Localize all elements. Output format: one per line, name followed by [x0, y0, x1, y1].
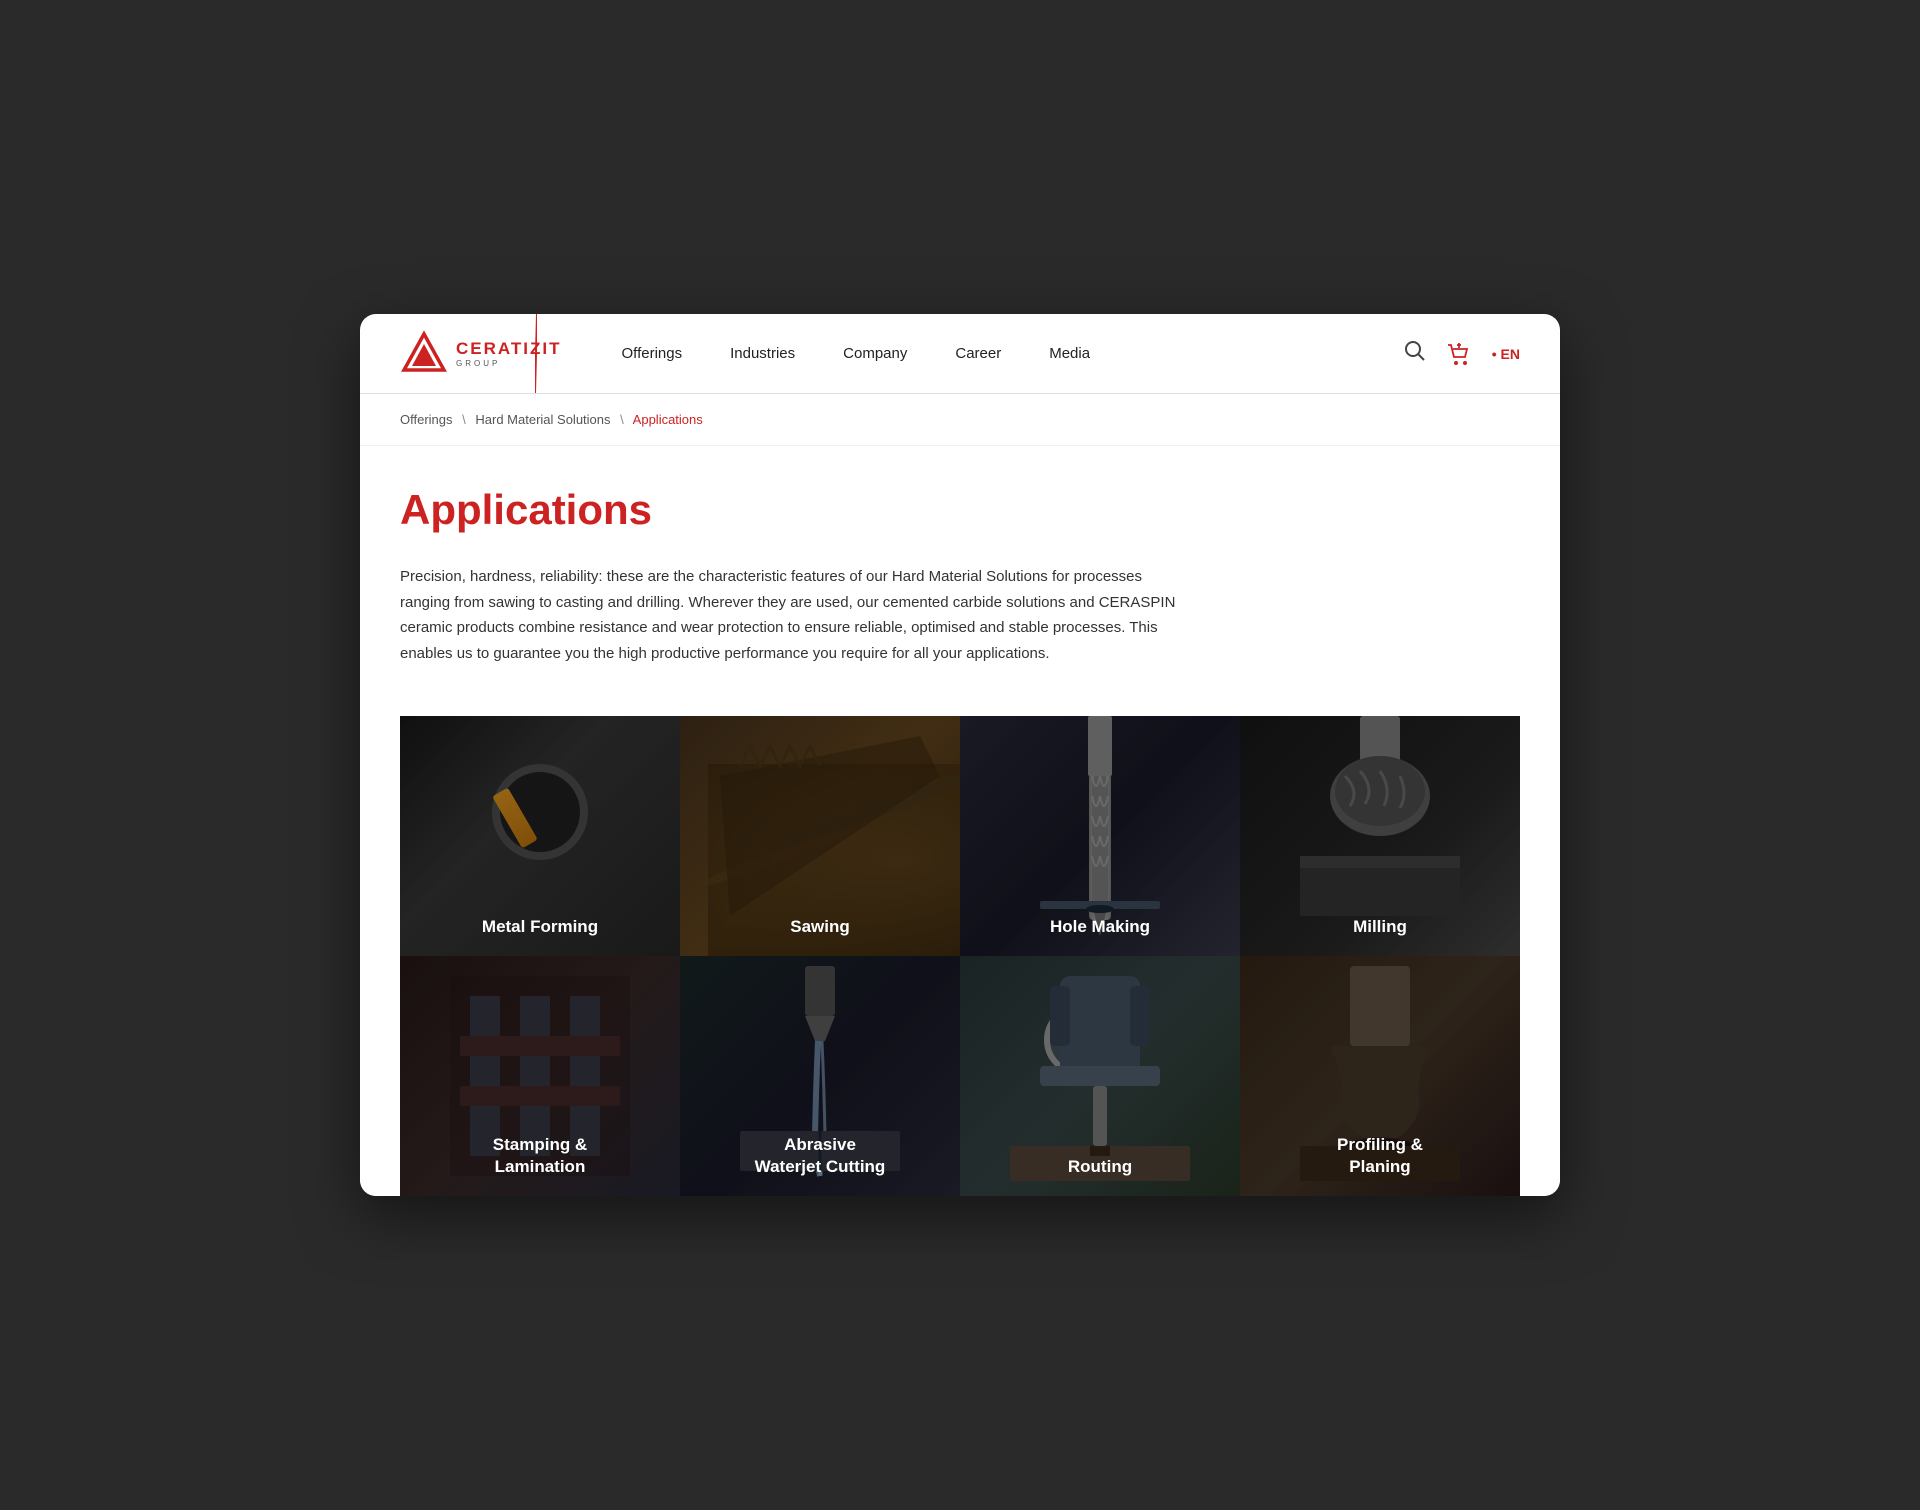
card-routing-label: Routing	[960, 1138, 1240, 1196]
main-nav: Offerings Industries Company Career Medi…	[622, 345, 1404, 362]
browser-frame: CERATIZIT GROUP Offerings Industries Com…	[360, 314, 1560, 1196]
applications-grid: Metal Forming Sawing	[400, 716, 1520, 1196]
nav-industries[interactable]: Industries	[730, 345, 795, 362]
logo-text: CERATIZIT GROUP	[456, 339, 562, 368]
logo-area[interactable]: CERATIZIT GROUP	[400, 330, 562, 378]
card-hole-making[interactable]: Hole Making	[960, 716, 1240, 956]
card-metal-forming-label: Metal Forming	[400, 898, 680, 956]
logo-triangle-icon	[400, 330, 448, 378]
nav-company[interactable]: Company	[843, 345, 907, 362]
cart-button[interactable]	[1446, 341, 1472, 367]
card-metal-forming[interactable]: Metal Forming	[400, 716, 680, 956]
card-stamping-label: Stamping &Lamination	[400, 1116, 680, 1196]
card-stamping[interactable]: Stamping &Lamination	[400, 956, 680, 1196]
cart-icon	[1446, 341, 1472, 367]
nav-media[interactable]: Media	[1049, 345, 1090, 362]
nav-offerings[interactable]: Offerings	[622, 345, 683, 362]
card-abrasive[interactable]: AbrasiveWaterjet Cutting	[680, 956, 960, 1196]
nav-career[interactable]: Career	[955, 345, 1001, 362]
header: CERATIZIT GROUP Offerings Industries Com…	[360, 314, 1560, 394]
header-actions: • EN	[1404, 340, 1520, 368]
card-profiling[interactable]: Profiling &Planing	[1240, 956, 1520, 1196]
breadcrumb: Offerings \ Hard Material Solutions \ Ap…	[360, 394, 1560, 446]
breadcrumb-sep-1: \	[462, 412, 466, 427]
card-milling[interactable]: Milling	[1240, 716, 1520, 956]
card-sawing-label: Sawing	[680, 898, 960, 956]
red-diagonal-decoration	[535, 314, 537, 393]
breadcrumb-current: Applications	[633, 412, 703, 427]
language-selector[interactable]: • EN	[1492, 346, 1520, 362]
breadcrumb-hard-material[interactable]: Hard Material Solutions	[475, 412, 610, 427]
breadcrumb-offerings[interactable]: Offerings	[400, 412, 453, 427]
card-milling-label: Milling	[1240, 898, 1520, 956]
card-sawing[interactable]: Sawing	[680, 716, 960, 956]
search-button[interactable]	[1404, 340, 1426, 368]
breadcrumb-sep-2: \	[620, 412, 624, 427]
card-profiling-label: Profiling &Planing	[1240, 1116, 1520, 1196]
page-description: Precision, hardness, reliability: these …	[400, 564, 1180, 666]
search-icon	[1404, 340, 1426, 362]
card-hole-making-label: Hole Making	[960, 898, 1240, 956]
card-routing[interactable]: Routing	[960, 956, 1240, 1196]
card-abrasive-label: AbrasiveWaterjet Cutting	[680, 1116, 960, 1196]
logo-group: GROUP	[456, 359, 562, 368]
main-content: Applications Precision, hardness, reliab…	[360, 446, 1560, 1196]
page-title: Applications	[400, 486, 1520, 534]
logo-name: CERATIZIT	[456, 339, 562, 359]
